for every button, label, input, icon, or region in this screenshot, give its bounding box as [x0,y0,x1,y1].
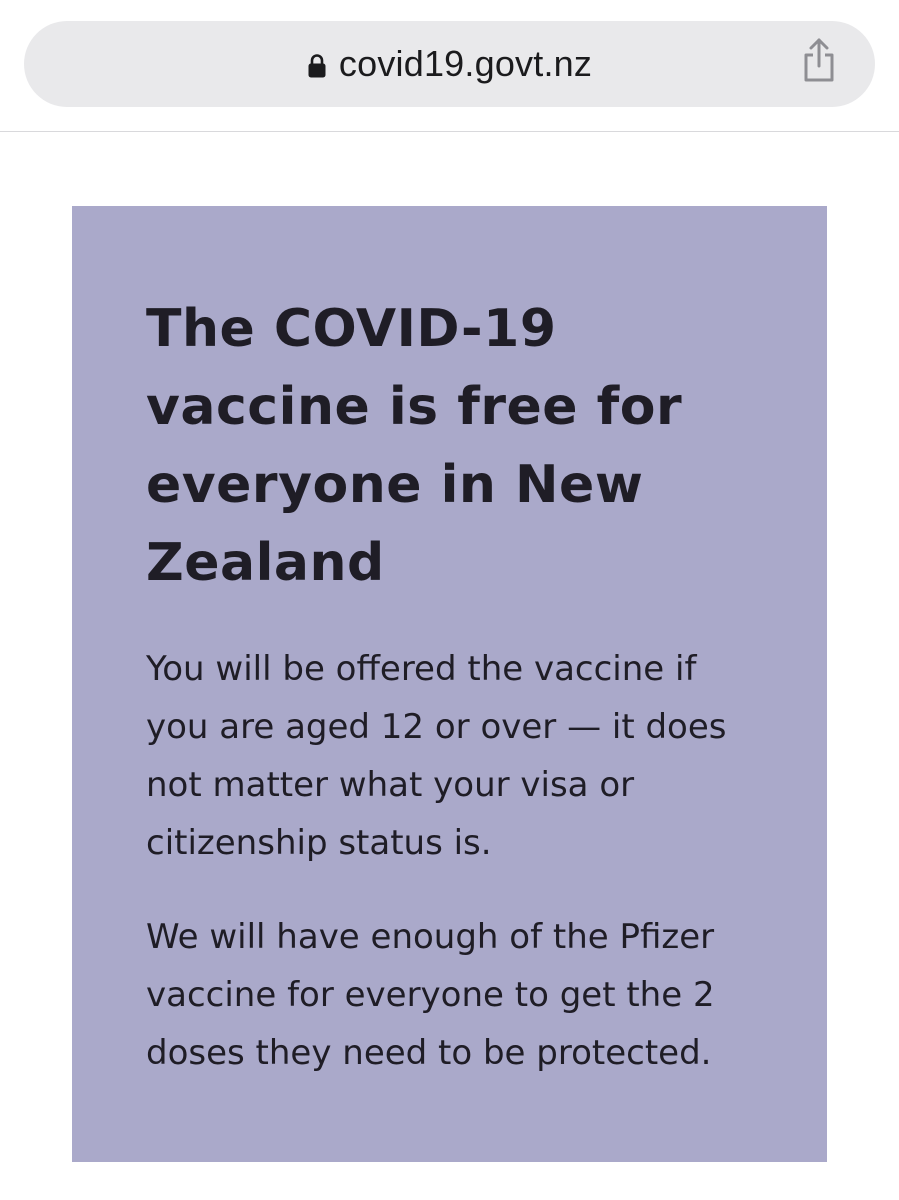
browser-toolbar: covid19.govt.nz [0,0,899,132]
lock-icon [308,54,326,78]
share-icon[interactable] [801,37,837,83]
url-display[interactable]: covid19.govt.nz [24,21,875,107]
vaccine-info-card: The COVID-19 vaccine is free for everyon… [72,206,827,1162]
address-bar[interactable]: covid19.govt.nz [24,21,875,107]
card-paragraph-supply: We will have enough of the Pfizer vaccin… [146,917,715,1073]
url-text: covid19.govt.nz [338,43,593,84]
card-heading: The COVID-19 vaccine is free for everyon… [146,299,683,593]
card-paragraph-eligibility: You will be offered the vaccine if you a… [146,649,727,863]
